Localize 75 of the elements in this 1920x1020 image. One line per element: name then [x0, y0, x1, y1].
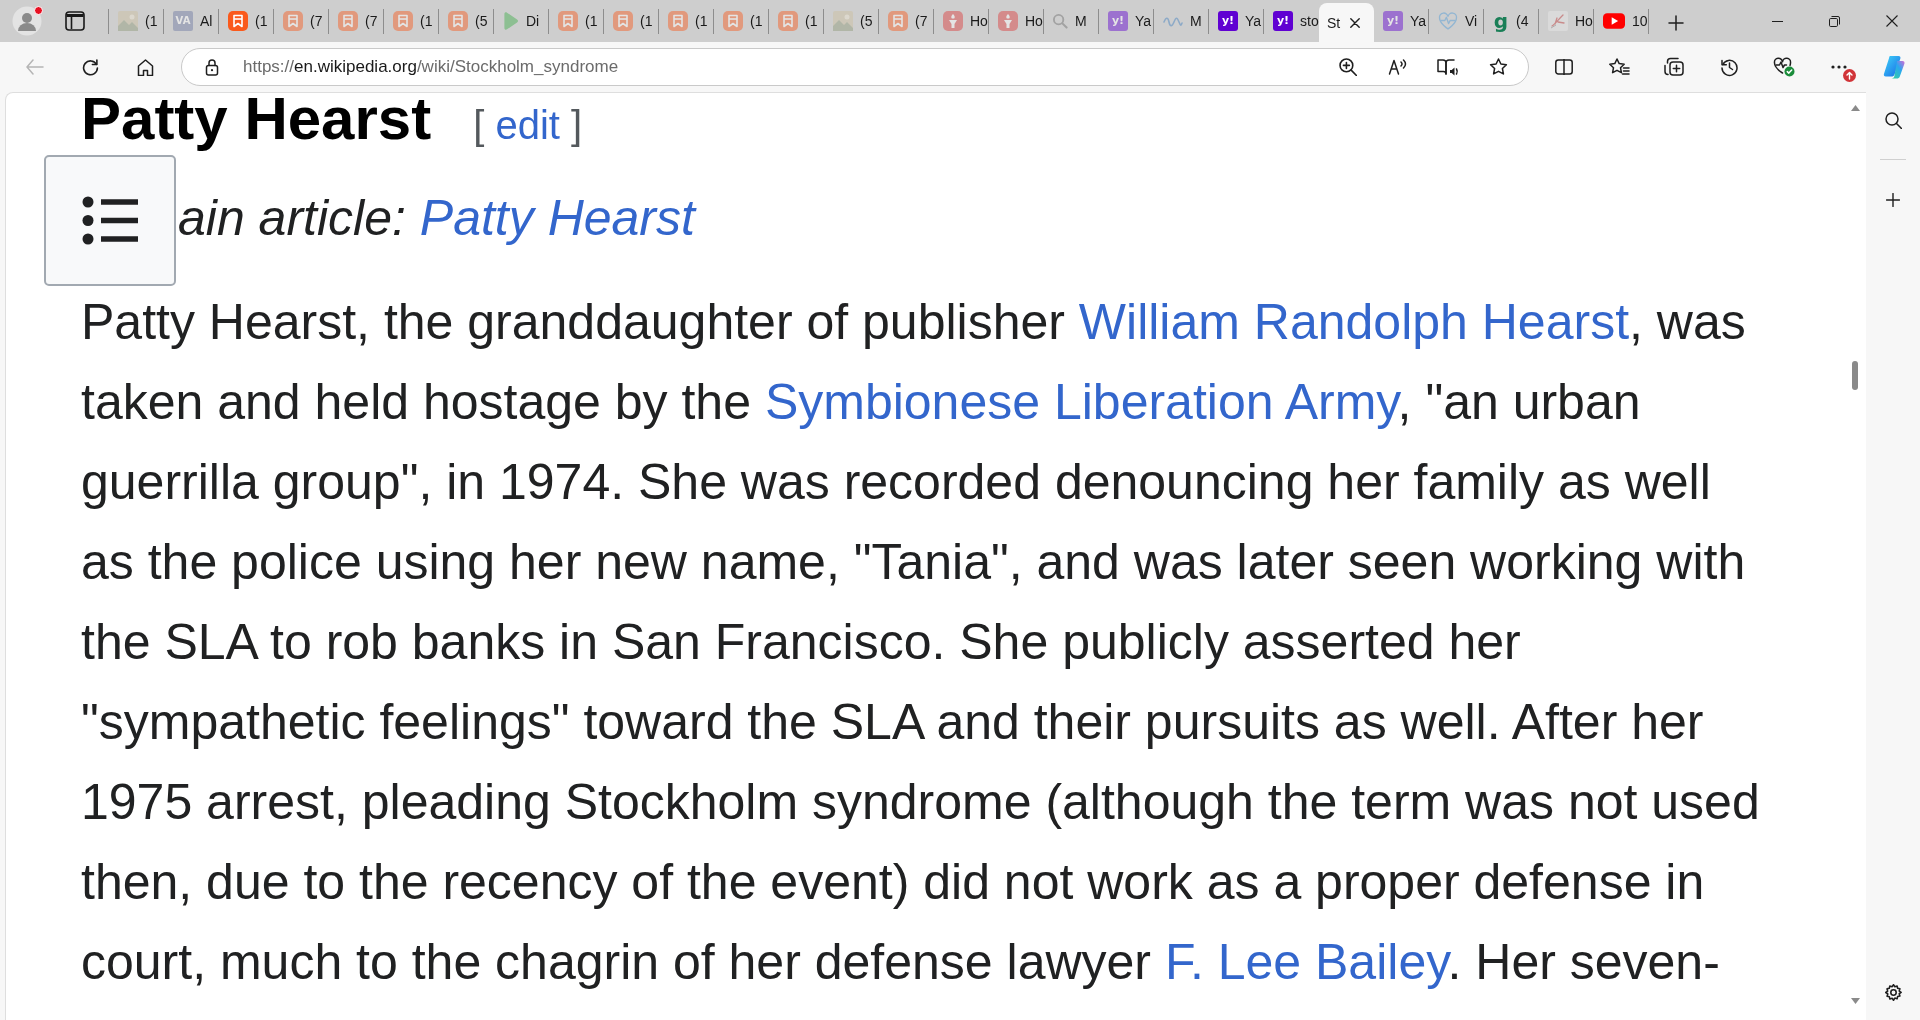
browser-tab[interactable]: (1 [659, 0, 714, 42]
browser-tab[interactable]: (7 [329, 0, 384, 42]
heart-check-icon [1773, 57, 1795, 77]
browser-tab[interactable]: 10 [1594, 0, 1649, 42]
browser-tab[interactable]: (1 [714, 0, 769, 42]
logo-icon: y! [1108, 11, 1128, 31]
plus-icon [1668, 14, 1684, 31]
refresh-icon [81, 58, 99, 76]
browser-tab[interactable]: (5 [824, 0, 879, 42]
scroll-down-button[interactable] [1850, 998, 1860, 1004]
edit-link[interactable]: edit [495, 103, 560, 147]
logo-icon: y! [1273, 11, 1293, 31]
close-icon [1885, 15, 1898, 27]
address-bar[interactable]: https://en.wikipedia.org/wiki/Stockholm_syndrome [181, 48, 1529, 86]
restore-icon [1829, 15, 1840, 27]
collections-icon [1664, 57, 1684, 77]
scroll-up-button[interactable] [1850, 105, 1860, 111]
split-screen-icon [1555, 59, 1573, 75]
letter-icon: g [1493, 9, 1509, 33]
browser-tab[interactable]: M [1154, 0, 1209, 42]
browser-tab[interactable]: (7 [274, 0, 329, 42]
browser-tab[interactable]: (1 [219, 0, 274, 42]
browser-tab[interactable]: M [1044, 0, 1099, 42]
book-speaker-icon [1437, 58, 1459, 76]
star-icon [1488, 58, 1508, 76]
article-link[interactable]: Symbionese Liberation Army [764, 374, 1398, 430]
settings-icon [1884, 983, 1902, 1001]
url-text: https://en.wikipedia.org/wiki/Stockholm_syndrome [243, 57, 619, 77]
search-icon [1884, 111, 1902, 129]
browser-tab[interactable]: (5 [439, 0, 494, 42]
list-icon [82, 196, 138, 245]
article-paragraph: Patty Hearst, the granddaughter of publisher William Randolph Hearst, was taken and held hostage by the Symbionese Liberation Army, "an urban guerrilla group", in 1974. She was recorded denouncing her family as well as the police using her new name, "Tania", and was later seen working with the SLA to rob banks in San Francisco. She publicly asserted her "sympathetic feelings" toward the SLA and their pursuits as well. After her 1975 arrest, pleading Stockholm syndrome (although the term was not used then, due to the recency of the event) did not work as a proper defense in court, much to the chagrin of her defense lawyer F. Lee Bailey. Her seven- [81, 293, 1761, 992]
browser-tab[interactable]: (7 [879, 0, 934, 42]
monogram-icon: VA [173, 11, 193, 31]
edit-section: [ edit ] [473, 99, 583, 151]
history-icon [1719, 57, 1739, 77]
minimize-icon [1772, 20, 1783, 22]
copilot-icon [1882, 55, 1906, 79]
letter-sound-icon [1388, 59, 1408, 75]
section-heading: Patty Hearst [81, 93, 432, 154]
zoom-in-icon [1339, 58, 1357, 76]
star-list-icon [1608, 58, 1630, 76]
more-dots-icon [1831, 65, 1847, 69]
browser-tab[interactable]: y! Ya [1099, 0, 1154, 42]
logo-icon: y! [1383, 11, 1403, 31]
browser-tab[interactable]: y! Ya [1209, 0, 1264, 42]
profile-button[interactable] [11, 5, 43, 37]
browser-tab[interactable]: Di [494, 0, 549, 42]
browser-tab[interactable]: (1 [604, 0, 659, 42]
scrollbar-thumb[interactable] [1852, 361, 1858, 390]
browser-tab[interactable]: Ho [1539, 0, 1594, 42]
browser-tab[interactable]: Ho [934, 0, 989, 42]
article-link[interactable]: F. Lee Bailey [1164, 934, 1448, 990]
plus-icon [1886, 193, 1900, 207]
browser-tab[interactable]: y! Ya [1374, 0, 1429, 42]
lock-icon [205, 58, 219, 76]
browser-tab[interactable]: Vi [1429, 0, 1484, 42]
browser-tab[interactable]: (1 [109, 0, 164, 42]
panel-layout-icon [65, 11, 85, 31]
article-link[interactable]: William Randolph Hearst [1078, 294, 1630, 350]
browser-tab[interactable]: y! sto [1264, 0, 1319, 42]
logo-icon: y! [1218, 11, 1238, 31]
browser-tab[interactable]: St [1319, 3, 1374, 42]
back-arrow-icon [26, 59, 44, 75]
browser-tab[interactable]: Ho [989, 0, 1044, 42]
contents-button[interactable] [44, 155, 176, 286]
avatar-icon [12, 6, 42, 36]
close-icon [1350, 17, 1360, 28]
browser-tab[interactable]: (1 [384, 0, 439, 42]
browser-tab[interactable]: g (4 [1484, 0, 1539, 42]
browser-tab[interactable]: VA Al [164, 0, 219, 42]
home-icon [136, 58, 154, 76]
browser-tab[interactable]: (1 [549, 0, 604, 42]
article-link[interactable]: Patty Hearst [419, 190, 695, 246]
browser-tab[interactable]: (1 [769, 0, 824, 42]
